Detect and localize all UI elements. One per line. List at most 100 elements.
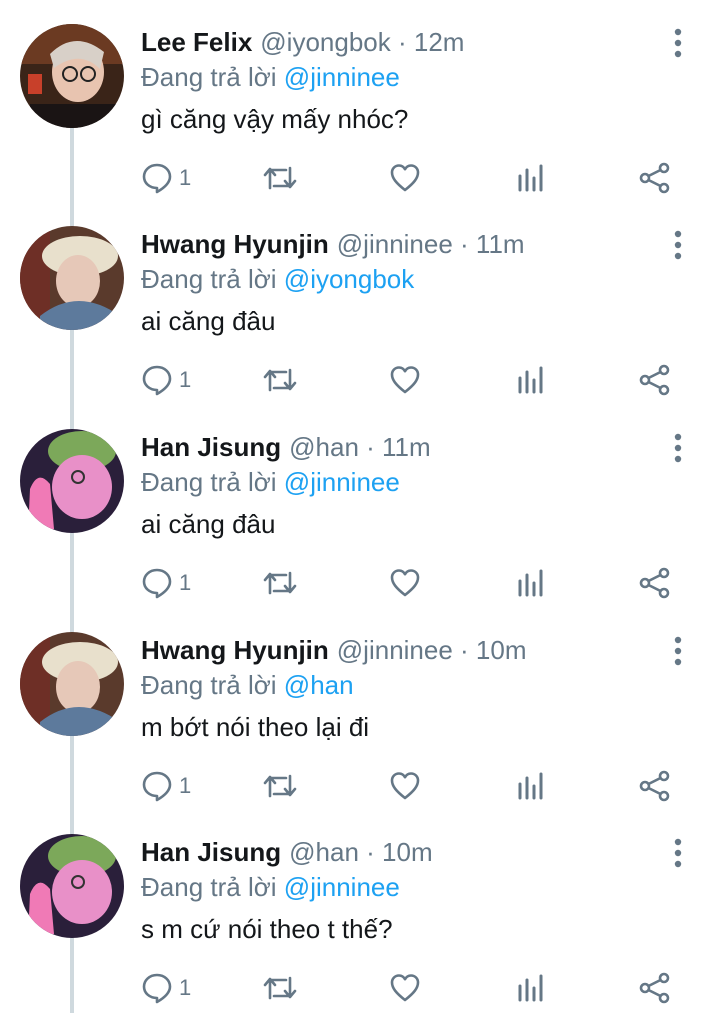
reply-count: 1 bbox=[179, 773, 192, 798]
reply-prefix: Đang trả lời bbox=[141, 872, 277, 902]
reply-prefix: Đang trả lời bbox=[141, 670, 277, 700]
reply-button[interactable]: 1 bbox=[141, 160, 201, 196]
retweet-button[interactable] bbox=[262, 768, 298, 804]
analytics-button[interactable] bbox=[517, 565, 545, 601]
analytics-button[interactable] bbox=[517, 768, 545, 804]
reply-count: 1 bbox=[179, 975, 192, 1000]
tweet-header: Hwang Hyunjin @jinninee · 11m bbox=[141, 227, 525, 261]
avatar[interactable] bbox=[20, 429, 124, 533]
more-vertical-icon[interactable] bbox=[664, 431, 692, 465]
display-name[interactable]: Hwang Hyunjin bbox=[141, 229, 329, 259]
reply-prefix: Đang trả lời bbox=[141, 264, 277, 294]
share-icon bbox=[639, 770, 670, 802]
share-icon bbox=[639, 162, 670, 194]
analytics-button[interactable] bbox=[517, 160, 545, 196]
tweet-text: ai căng đâu bbox=[141, 306, 276, 336]
like-button[interactable] bbox=[389, 362, 421, 398]
reply-to-handle[interactable]: @jinninee bbox=[284, 62, 400, 92]
analytics-icon bbox=[518, 974, 543, 1002]
replying-to: Đang trả lời @iyongbok bbox=[141, 262, 414, 296]
share-button[interactable] bbox=[638, 160, 672, 196]
like-button[interactable] bbox=[389, 768, 421, 804]
heart-icon bbox=[390, 569, 420, 597]
share-button[interactable] bbox=[638, 970, 672, 1006]
display-name[interactable]: Han Jisung bbox=[141, 432, 281, 462]
reply-to-handle[interactable]: @han bbox=[284, 670, 354, 700]
retweet-icon bbox=[263, 976, 297, 1000]
analytics-button[interactable] bbox=[517, 970, 545, 1006]
reply-icon bbox=[142, 771, 172, 802]
retweet-icon bbox=[263, 368, 297, 392]
more-vertical-icon[interactable] bbox=[664, 836, 692, 870]
retweet-icon bbox=[263, 166, 297, 190]
heart-icon bbox=[390, 974, 420, 1002]
display-name[interactable]: Han Jisung bbox=[141, 837, 281, 867]
reply-icon bbox=[142, 365, 172, 396]
action-bar: 1 bbox=[0, 160, 720, 196]
avatar[interactable] bbox=[20, 24, 124, 128]
tweet-header: Han Jisung @han · 10m bbox=[141, 835, 433, 869]
share-button[interactable] bbox=[638, 362, 672, 398]
analytics-button[interactable] bbox=[517, 362, 545, 398]
reply-button[interactable]: 1 bbox=[141, 970, 201, 1006]
share-button[interactable] bbox=[638, 768, 672, 804]
action-bar: 1 bbox=[0, 565, 720, 601]
tweet-text: ai căng đâu bbox=[141, 509, 276, 539]
reply-count: 1 bbox=[179, 367, 192, 392]
reply-to-handle[interactable]: @jinninee bbox=[284, 467, 400, 497]
display-name[interactable]: Lee Felix bbox=[141, 27, 252, 57]
like-button[interactable] bbox=[389, 970, 421, 1006]
heart-icon bbox=[390, 164, 420, 192]
like-button[interactable] bbox=[389, 160, 421, 196]
more-vertical-icon[interactable] bbox=[664, 634, 692, 668]
handle-time: @jinninee · 10m bbox=[336, 635, 527, 665]
avatar[interactable] bbox=[20, 226, 124, 330]
more-vertical-icon[interactable] bbox=[664, 228, 692, 262]
tweet-header: Lee Felix @iyongbok · 12m bbox=[141, 25, 464, 59]
tweet[interactable]: Han Jisung @han · 11m Đang trả lời @jinni… bbox=[0, 405, 720, 607]
analytics-icon bbox=[518, 366, 543, 394]
retweet-button[interactable] bbox=[262, 565, 298, 601]
more-vertical-icon[interactable] bbox=[664, 26, 692, 60]
tweet[interactable]: Hwang Hyunjin @jinninee · 10m Đang trả lờ… bbox=[0, 608, 720, 810]
retweet-button[interactable] bbox=[262, 362, 298, 398]
reply-to-handle[interactable]: @iyongbok bbox=[284, 264, 414, 294]
tweet[interactable]: Han Jisung @han · 10m Đang trả lời @jinni… bbox=[0, 810, 720, 1012]
handle-time: @han · 11m bbox=[289, 432, 431, 462]
reply-count: 1 bbox=[179, 165, 192, 190]
tweet[interactable]: Lee Felix @iyongbok · 12m Đang trả lời @j… bbox=[0, 0, 720, 202]
retweet-button[interactable] bbox=[262, 970, 298, 1006]
share-icon bbox=[639, 972, 670, 1004]
share-button[interactable] bbox=[638, 565, 672, 601]
reply-icon bbox=[142, 568, 172, 599]
reply-icon bbox=[142, 163, 172, 194]
handle-time: @iyongbok · 12m bbox=[260, 27, 465, 57]
reply-to-handle[interactable]: @jinninee bbox=[284, 872, 400, 902]
reply-count: 1 bbox=[179, 570, 192, 595]
retweet-icon bbox=[263, 774, 297, 798]
avatar[interactable] bbox=[20, 632, 124, 736]
action-bar: 1 bbox=[0, 362, 720, 398]
tweet-header: Han Jisung @han · 11m bbox=[141, 430, 431, 464]
analytics-icon bbox=[518, 164, 543, 192]
tweet-text: s m cứ nói theo t thế? bbox=[141, 914, 393, 944]
handle-time: @han · 10m bbox=[289, 837, 433, 867]
heart-icon bbox=[390, 366, 420, 394]
analytics-icon bbox=[518, 772, 543, 800]
handle-time: @jinninee · 11m bbox=[336, 229, 525, 259]
retweet-button[interactable] bbox=[262, 160, 298, 196]
replying-to: Đang trả lời @jinninee bbox=[141, 870, 400, 904]
display-name[interactable]: Hwang Hyunjin bbox=[141, 635, 329, 665]
reply-prefix: Đang trả lời bbox=[141, 62, 277, 92]
reply-button[interactable]: 1 bbox=[141, 768, 201, 804]
tweet-text: m bớt nói theo lại đi bbox=[141, 712, 370, 742]
replying-to: Đang trả lời @han bbox=[141, 668, 354, 702]
avatar[interactable] bbox=[20, 834, 124, 938]
share-icon bbox=[639, 364, 670, 396]
analytics-icon bbox=[518, 569, 543, 597]
reply-button[interactable]: 1 bbox=[141, 565, 201, 601]
tweet[interactable]: Hwang Hyunjin @jinninee · 11m Đang trả lờ… bbox=[0, 202, 720, 404]
reply-icon bbox=[142, 973, 172, 1004]
like-button[interactable] bbox=[389, 565, 421, 601]
reply-button[interactable]: 1 bbox=[141, 362, 201, 398]
